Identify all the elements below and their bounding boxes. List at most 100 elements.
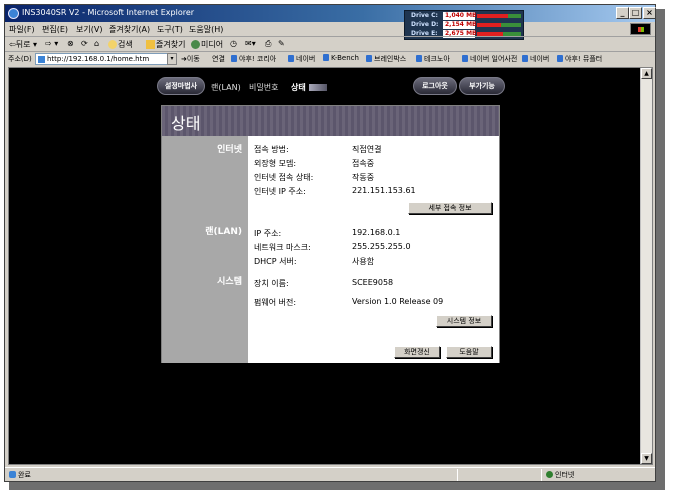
help-button[interactable]: 도움말 [446, 346, 492, 358]
status-panel: 상태 인터넷 랜(LAN) 시스템 접속 방법: 직접연결 외장형 모뎀: 접속중 … [161, 105, 500, 363]
info-value: 작동중 [352, 173, 375, 182]
stop-icon[interactable]: ⊗ [67, 39, 74, 48]
search-label: 검색 [118, 40, 133, 49]
window-title: INS3040SR V2 - Microsoft Internet Explor… [22, 8, 195, 17]
link-item[interactable]: 네이버 일어사전 [462, 54, 517, 64]
windows-logo-icon [630, 23, 651, 35]
drive-row: Drive C: 1,040 MB [407, 12, 523, 21]
nav-lan[interactable]: 랜(LAN) [211, 82, 241, 93]
search-button[interactable]: 검색 [108, 39, 133, 50]
address-dropdown-icon[interactable]: ▾ [167, 53, 177, 65]
back-label: 뒤로 [15, 40, 31, 49]
edit-icon[interactable]: ✎ [278, 39, 285, 48]
info-key: 외장형 모뎀: [254, 159, 297, 168]
browser-window: INS3040SR V2 - Microsoft Internet Explor… [4, 4, 656, 482]
page-content: 설정마법사 랜(LAN) 비밀번호 상태 로그아웃 부가기능 상태 인터넷 랜(… [8, 67, 653, 465]
status-text: 완료 [9, 470, 31, 480]
link-item[interactable]: 야후! 코리아 [231, 54, 276, 64]
nav-status[interactable]: 상태 [291, 82, 327, 93]
status-body: 접속 방법: 직접연결 외장형 모뎀: 접속중 인터넷 접속 상태: 작동중 인터넷 … [248, 136, 499, 363]
drive-name: Drive C: [411, 12, 438, 19]
menu-file[interactable]: 파일(F) [9, 24, 35, 35]
menu-edit[interactable]: 편집(E) [42, 24, 68, 35]
search-icon [108, 40, 117, 49]
link-item[interactable]: 네이버 [288, 54, 315, 64]
maximize-button[interactable]: □ [629, 7, 642, 19]
back-button[interactable]: ⇦뒤로 ▾ [9, 39, 37, 50]
info-value: 192.168.0.1 [352, 228, 401, 237]
logout-button[interactable]: 로그아웃 [413, 77, 457, 95]
connection-details-button[interactable]: 세부 접속 정보 [408, 202, 492, 214]
section-sidebar: 인터넷 랜(LAN) 시스템 [162, 136, 248, 363]
close-button[interactable]: × [643, 7, 656, 19]
link-item[interactable]: K-Bench [323, 54, 359, 62]
refresh-icon[interactable]: ⟳ [81, 39, 88, 48]
scroll-up-icon[interactable]: ▲ [641, 68, 652, 79]
globe-icon [546, 471, 553, 478]
info-key: 네트워크 마스크: [254, 243, 311, 252]
go-button[interactable]: ➜이동 [181, 54, 200, 64]
info-value: SCEE9058 [352, 278, 394, 287]
panel-header: 상태 [162, 106, 499, 136]
zone-label: 인터넷 [555, 471, 575, 479]
nav-password[interactable]: 비밀번호 [249, 82, 278, 93]
vertical-scrollbar[interactable]: ▲ ▼ [640, 68, 652, 464]
refresh-button[interactable]: 화면갱신 [394, 346, 440, 358]
info-key: DHCP 서버: [254, 257, 297, 266]
router-nav: 설정마법사 랜(LAN) 비밀번호 상태 로그아웃 부가기능 [9, 68, 652, 108]
ie-icon [8, 8, 19, 19]
mail-icon[interactable]: ✉▾ [245, 39, 256, 48]
drive-usage-fill [477, 14, 508, 18]
section-internet: 인터넷 [217, 145, 242, 155]
page-icon [9, 471, 16, 478]
history-icon[interactable]: ◷ [230, 39, 237, 48]
title-bar[interactable]: INS3040SR V2 - Microsoft Internet Explor… [5, 5, 656, 22]
link-item[interactable]: 네이버 [522, 54, 549, 64]
links-label: 연결 [212, 55, 225, 63]
forward-button[interactable]: ⇨ ▾ [45, 39, 58, 48]
address-bar: 주소(D) http://192.168.0.1/home.htm ▾ ➜이동 … [5, 52, 655, 66]
media-label: 미디어 [201, 40, 224, 49]
info-key: IP 주소: [254, 229, 282, 238]
drive-usage-bar [477, 14, 521, 18]
zone-indicator: 인터넷 [546, 470, 574, 480]
print-icon[interactable]: ⎙ [265, 39, 271, 49]
menu-tools[interactable]: 도구(T) [157, 24, 183, 35]
page-title: 상태 [171, 114, 201, 133]
status-label: 완료 [18, 471, 31, 479]
info-key: 인터넷 접속 상태: [254, 173, 314, 182]
info-key: 펌웨어 버전: [254, 298, 297, 307]
go-label: 이동 [186, 55, 200, 63]
link-item[interactable]: 야후! 뮤플터 [557, 54, 602, 64]
menu-view[interactable]: 보기(V) [76, 24, 102, 35]
info-key: 접속 방법: [254, 145, 289, 154]
system-info-button[interactable]: 시스템 정보 [436, 315, 492, 327]
media-icon [191, 40, 200, 49]
link-item[interactable]: 테크노아 [416, 54, 450, 64]
section-system: 시스템 [217, 277, 242, 287]
address-label: 주소(D) [8, 55, 32, 63]
favorites-button[interactable]: 즐겨찾기 [146, 39, 185, 50]
info-value: 접속중 [352, 159, 375, 168]
addons-button[interactable]: 부가기능 [459, 77, 505, 95]
setup-wizard-button[interactable]: 설정마법사 [157, 77, 205, 95]
info-key: 인터넷 IP 주소: [254, 187, 306, 196]
info-value: 직접연결 [352, 145, 382, 154]
status-bar: 완료 인터넷 [5, 467, 655, 481]
home-icon[interactable]: ⌂ [94, 39, 99, 48]
info-key: 장치 이름: [254, 279, 289, 288]
info-value: 사용함 [352, 257, 375, 266]
menu-bar: 파일(F) 편집(E) 보기(V) 즐겨찾기(A) 도구(T) 도움말(H) [5, 22, 655, 37]
toolbar: ⇦뒤로 ▾ ⇨ ▾ ⊗ ⟳ ⌂ 검색 즐겨찾기 미디어 ◷ ✉▾ ⎙ ✎ [5, 37, 655, 52]
favorites-icon [146, 40, 155, 49]
menu-help[interactable]: 도움말(H) [189, 24, 223, 35]
address-input[interactable]: http://192.168.0.1/home.htm [35, 53, 177, 65]
media-button[interactable]: 미디어 [191, 39, 223, 50]
info-value: 221.151.153.61 [352, 186, 416, 195]
menu-favorites[interactable]: 즐겨찾기(A) [109, 24, 150, 35]
status-divider [457, 469, 458, 481]
link-item[interactable]: 브레인박스 [366, 54, 406, 64]
info-value: Version 1.0 Release 09 [352, 297, 444, 306]
minimize-button[interactable]: _ [616, 7, 629, 19]
scroll-down-icon[interactable]: ▼ [641, 453, 652, 464]
